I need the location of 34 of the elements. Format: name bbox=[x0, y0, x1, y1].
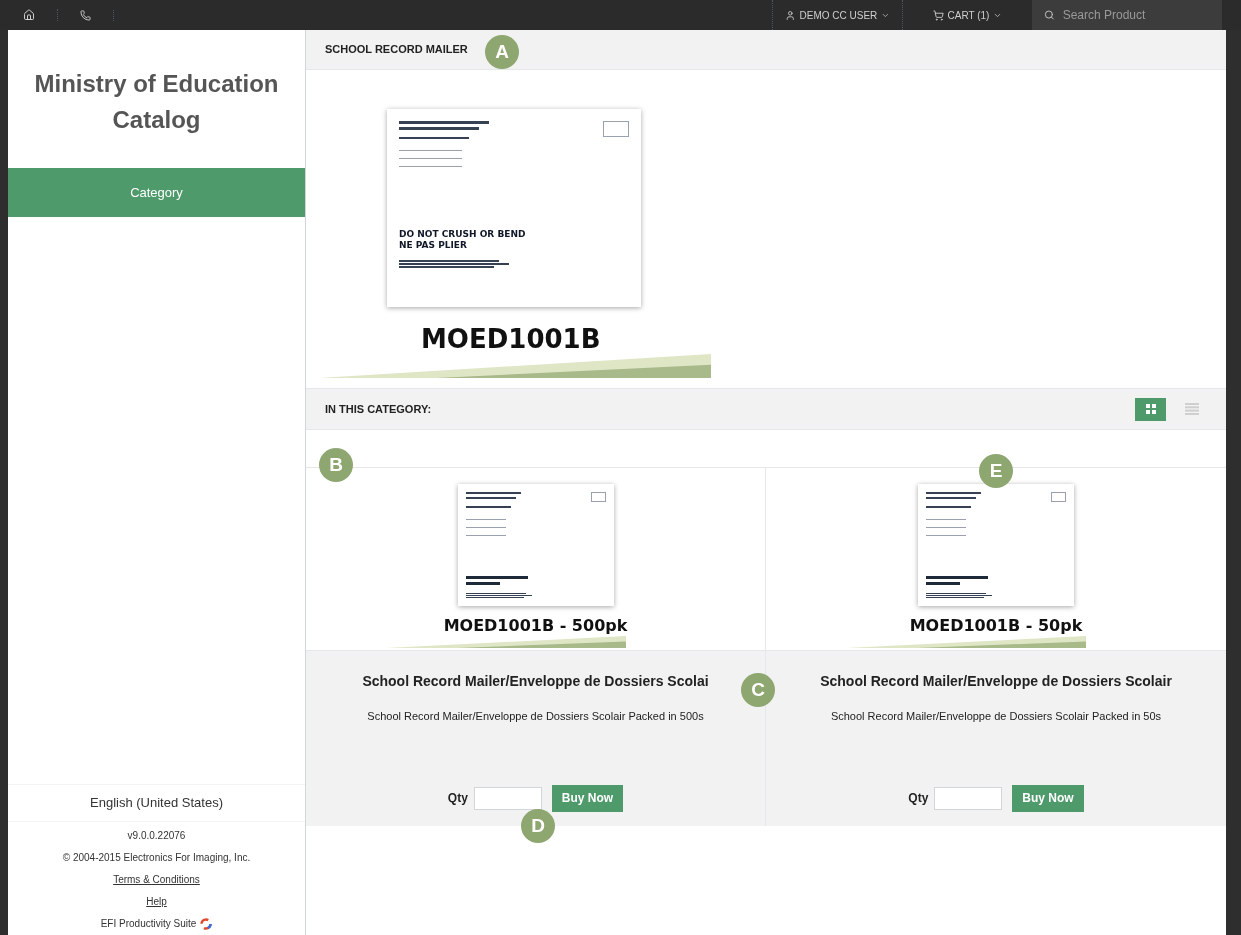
product-description: School Record Mailer/Enveloppe de Dossiers Scolair Packed in 50s bbox=[830, 709, 1162, 724]
stamp-icon bbox=[590, 492, 606, 502]
qty-field[interactable] bbox=[473, 786, 542, 810]
grid-icon bbox=[1145, 404, 1156, 414]
product-name[interactable]: School Record Mailer/Enveloppe de Dossiers Scolair bbox=[820, 671, 1172, 692]
catalog-title: Ministry of Education Catalog bbox=[33, 69, 280, 135]
product-description: School Record Mailer/Enveloppe de Dossiers Scolair Packed in 500s bbox=[367, 709, 704, 724]
footer-link[interactable]: Terms & Conditions bbox=[113, 872, 200, 887]
stamp-icon bbox=[603, 121, 629, 137]
product-title: SCHOOL RECORD MAILER bbox=[325, 42, 468, 58]
category-title: IN THIS CATEGORY: bbox=[325, 401, 433, 417]
product-name[interactable]: School Record Mailer/Enveloppe de Dossiers Scolai bbox=[362, 671, 709, 692]
search-icon bbox=[1044, 9, 1055, 21]
language-selector[interactable]: English (United States) bbox=[8, 784, 305, 822]
stamp-icon bbox=[1051, 492, 1066, 502]
footer-link[interactable]: Help bbox=[146, 894, 167, 909]
qty-label: Qty bbox=[447, 790, 468, 807]
version-text: v9.0.0.22076 bbox=[127, 829, 186, 843]
suite-text: EFI Productivity Suite bbox=[100, 917, 197, 931]
product-code: MOED1001B bbox=[421, 324, 601, 354]
grid-view-toggle[interactable] bbox=[1135, 397, 1166, 421]
user-icon bbox=[785, 9, 796, 21]
qty-label: Qty bbox=[908, 790, 929, 807]
list-icon bbox=[1184, 403, 1199, 415]
product-code: MOED1001B - 50pk bbox=[909, 616, 1083, 636]
copyright-text: © 2004-2015 Electronics For Imaging, Inc. bbox=[62, 851, 251, 865]
search-field[interactable]: Search Product bbox=[1032, 0, 1222, 30]
qty-field[interactable] bbox=[934, 786, 1003, 810]
product-code: MOED1001B - 500pk bbox=[443, 616, 628, 636]
cart-icon bbox=[932, 9, 944, 21]
ring-logo-icon bbox=[200, 917, 213, 930]
envelope-text: DO NOT CRUSH OR BEND bbox=[399, 229, 527, 241]
search-input[interactable]: Search Product bbox=[1062, 6, 1210, 24]
envelope-text: NE PAS PLIER bbox=[399, 240, 468, 252]
